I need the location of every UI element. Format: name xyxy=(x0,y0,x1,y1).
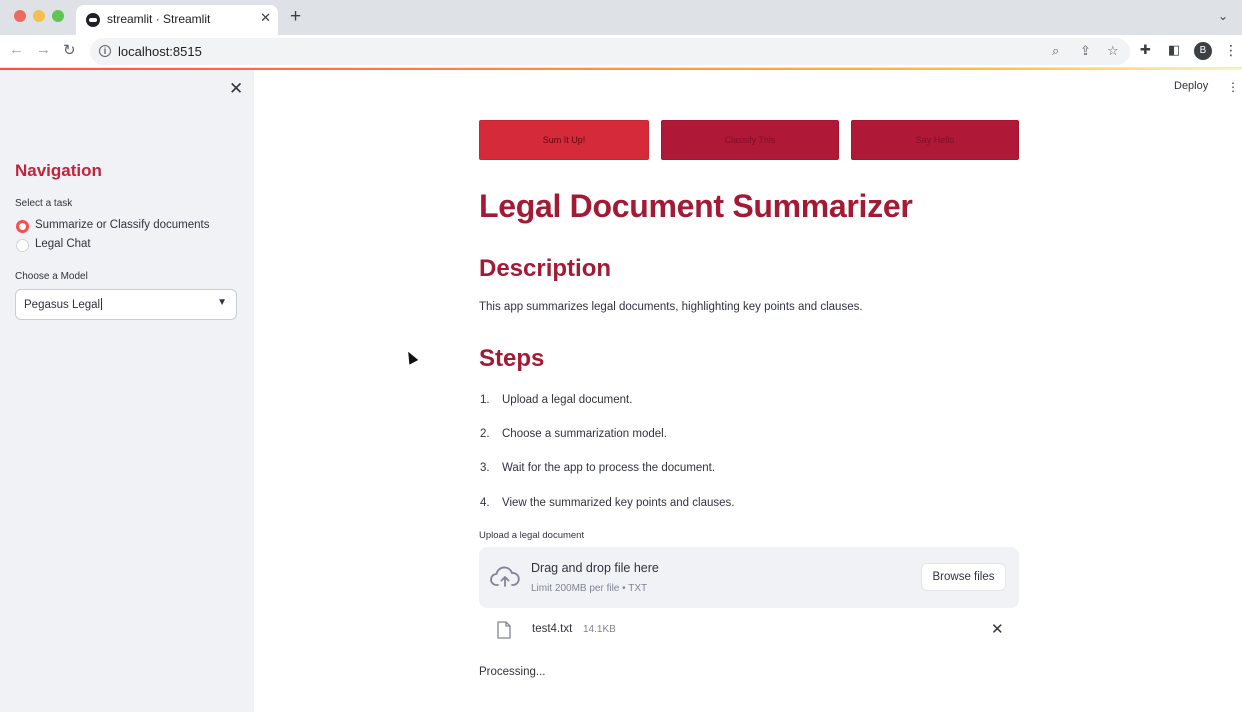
chevron-down-icon[interactable]: ▼ xyxy=(217,297,227,308)
side-panel-icon[interactable]: ◧ xyxy=(1168,42,1180,58)
description-heading: Description xyxy=(479,255,612,282)
say-hello-button[interactable]: Say Hello xyxy=(851,120,1019,160)
list-item: 3. Wait for the app to process the docume… xyxy=(480,462,715,474)
step-text: Upload a legal document. xyxy=(502,394,633,406)
task-option-label[interactable]: Summarize or Classify documents xyxy=(35,219,209,231)
zoom-search-icon[interactable]: ⌕ xyxy=(1052,43,1059,59)
task-option-label[interactable]: Legal Chat xyxy=(35,238,91,250)
maximize-window-button[interactable] xyxy=(52,10,64,22)
address-bar[interactable]: i localhost:8515 ⌕ ⇪ ☆ xyxy=(90,38,1130,65)
file-size: 14.1KB xyxy=(583,624,616,635)
uploaded-file-row: test4.txt 14.1KB ✕ xyxy=(479,618,1019,644)
minimize-window-button[interactable] xyxy=(33,10,45,22)
app-menu-icon[interactable]: ⋮ xyxy=(1227,80,1239,94)
forward-arrow-icon[interactable]: → xyxy=(36,41,51,58)
model-label: Choose a Model xyxy=(15,271,88,282)
step-number: 1. xyxy=(480,394,490,406)
browser-tab-bar: streamlit · Streamlit ✕ + ⌄ xyxy=(0,0,1242,35)
list-item: 2. Choose a summarization model. xyxy=(480,428,667,440)
step-text: Wait for the app to process the document… xyxy=(502,462,716,474)
file-dropzone[interactable]: Drag and drop file here Limit 200MB per … xyxy=(479,547,1019,608)
browser-tab[interactable]: streamlit · Streamlit ✕ xyxy=(76,5,278,35)
step-number: 2. xyxy=(480,428,490,440)
tab-search-chevron-icon[interactable]: ⌄ xyxy=(1218,9,1228,23)
close-window-button[interactable] xyxy=(14,10,26,22)
deploy-button[interactable]: Deploy xyxy=(1174,80,1208,92)
step-number: 3. xyxy=(480,462,490,474)
model-select-value[interactable]: Pegasus Legal xyxy=(24,298,102,311)
bookmark-star-icon[interactable]: ☆ xyxy=(1107,43,1119,59)
extensions-puzzle-icon[interactable]: ✚ xyxy=(1140,42,1151,58)
sum-it-up-button[interactable]: Sum It Up! xyxy=(479,120,649,160)
step-text: View the summarized key points and claus… xyxy=(502,497,735,509)
profile-avatar[interactable]: B xyxy=(1194,42,1212,60)
reload-icon[interactable]: ↻ xyxy=(63,41,76,59)
streamlit-favicon-icon xyxy=(86,13,100,27)
list-item: 4. View the summarized key points and cla… xyxy=(480,497,734,509)
sidebar: ✕ Navigation Select a task Summarize or … xyxy=(0,70,254,712)
status-text: Processing... xyxy=(479,666,546,678)
radio-unchecked-icon[interactable] xyxy=(16,239,29,252)
main-content: Deploy ⋮ Sum It Up! Classify This Say He… xyxy=(254,70,1242,712)
steps-heading: Steps xyxy=(479,345,545,372)
radio-checked-icon[interactable] xyxy=(16,220,29,233)
uploader-label: Upload a legal document xyxy=(479,530,585,541)
tab-close-icon[interactable]: ✕ xyxy=(260,10,271,26)
site-info-icon[interactable]: i xyxy=(99,45,111,57)
list-item: 1. Upload a legal document. xyxy=(480,394,632,406)
browse-files-button[interactable]: Browse files xyxy=(921,563,1006,591)
url-text[interactable]: localhost:8515 xyxy=(118,44,202,59)
description-text: This app summarizes legal documents, hig… xyxy=(479,301,863,313)
step-text: Choose a summarization model. xyxy=(502,428,667,440)
back-arrow-icon[interactable]: ← xyxy=(9,41,24,58)
dropzone-instructions: Drag and drop file here xyxy=(531,561,659,575)
share-icon[interactable]: ⇪ xyxy=(1080,43,1091,59)
cloud-upload-icon xyxy=(490,566,520,587)
sidebar-close-icon[interactable]: ✕ xyxy=(229,79,243,99)
new-tab-plus-icon[interactable]: + xyxy=(290,6,301,28)
file-icon xyxy=(497,621,511,639)
task-label: Select a task xyxy=(15,198,73,209)
classify-this-button[interactable]: Classify This xyxy=(661,120,839,160)
page-title: Legal Document Summarizer xyxy=(479,188,913,224)
file-name: test4.txt xyxy=(532,623,573,635)
browser-menu-icon[interactable]: ⋮ xyxy=(1224,42,1238,59)
step-number: 4. xyxy=(480,497,490,509)
model-select[interactable]: Pegasus Legal ▼ xyxy=(15,289,237,320)
tab-title: streamlit · Streamlit xyxy=(107,12,211,26)
mouse-cursor-icon xyxy=(403,349,419,365)
browser-toolbar: ← → ↻ i localhost:8515 ⌕ ⇪ ☆ ✚ ◧ B ⋮ xyxy=(0,35,1242,68)
remove-file-icon[interactable]: ✕ xyxy=(991,620,1004,638)
sidebar-title: Navigation xyxy=(15,161,102,180)
dropzone-limit: Limit 200MB per file • TXT xyxy=(531,583,648,594)
